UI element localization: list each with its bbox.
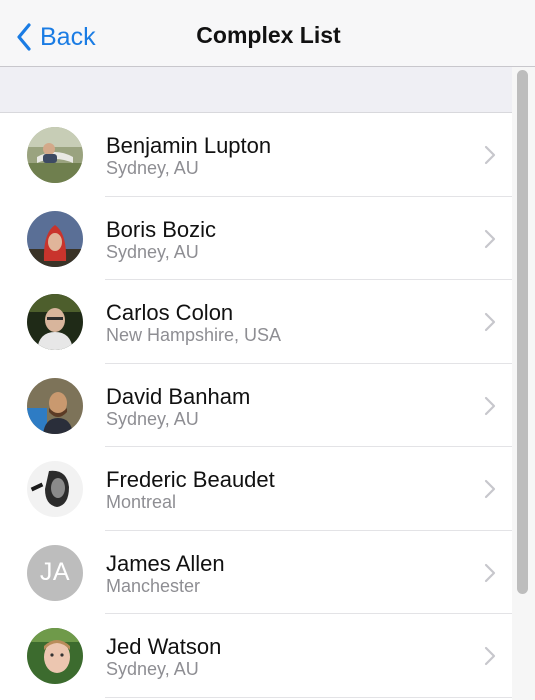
- chevron-right-icon: [484, 145, 496, 170]
- contact-name: Jed Watson: [106, 634, 222, 659]
- avatar: [27, 127, 83, 183]
- contact-name: Carlos Colon: [106, 300, 234, 325]
- list-item[interactable]: Boris Bozic Sydney, AU: [0, 196, 512, 280]
- contact-location: Sydney, AU: [106, 408, 199, 429]
- list-item[interactable]: Frederic Beaudet Montreal: [0, 447, 512, 531]
- avatar: [27, 210, 83, 267]
- chevron-right-icon: [484, 396, 496, 421]
- section-header: [0, 67, 535, 113]
- list-item[interactable]: David Banham Sydney, AU: [0, 363, 512, 447]
- contact-name: James Allen: [106, 550, 225, 576]
- contact-location: Manchester: [106, 575, 201, 596]
- contact-location: Sydney, AU: [106, 659, 199, 679]
- contact-location: Sydney, AU: [106, 241, 199, 262]
- initials-avatar: JA: [27, 544, 83, 601]
- list-item[interactable]: JA James Allen Manchester: [0, 530, 512, 614]
- chevron-right-icon: [484, 229, 496, 254]
- avatar: [27, 461, 83, 517]
- navigation-bar: Back Complex List: [0, 0, 535, 67]
- contact-name: Boris Bozic: [106, 216, 217, 242]
- contact-location: New Hampshire, USA: [106, 325, 282, 345]
- chevron-right-icon: [484, 479, 496, 504]
- list-item[interactable]: Jed Watson Sydney, AU: [0, 614, 512, 698]
- avatar: [27, 377, 83, 434]
- contact-name: Benjamin Lupton: [106, 133, 272, 158]
- scrollbar-thumb[interactable]: [517, 70, 528, 594]
- chevron-right-icon: [484, 312, 496, 337]
- chevron-right-icon: [484, 646, 496, 671]
- contact-list: Benjamin Lupton Sydney, AU Boris Bozic S…: [0, 113, 512, 698]
- avatar: [27, 628, 83, 684]
- contact-name: David Banham: [106, 383, 251, 409]
- contact-name: Frederic Beaudet: [106, 467, 275, 492]
- avatar: [27, 294, 83, 350]
- contact-location: Montreal: [106, 492, 177, 512]
- chevron-right-icon: [484, 563, 496, 588]
- list-item[interactable]: Carlos Colon New Hampshire, USA: [0, 280, 512, 364]
- page-title: Complex List: [196, 22, 341, 48]
- list-item[interactable]: Benjamin Lupton Sydney, AU: [0, 113, 512, 197]
- contact-location: Sydney, AU: [106, 158, 199, 178]
